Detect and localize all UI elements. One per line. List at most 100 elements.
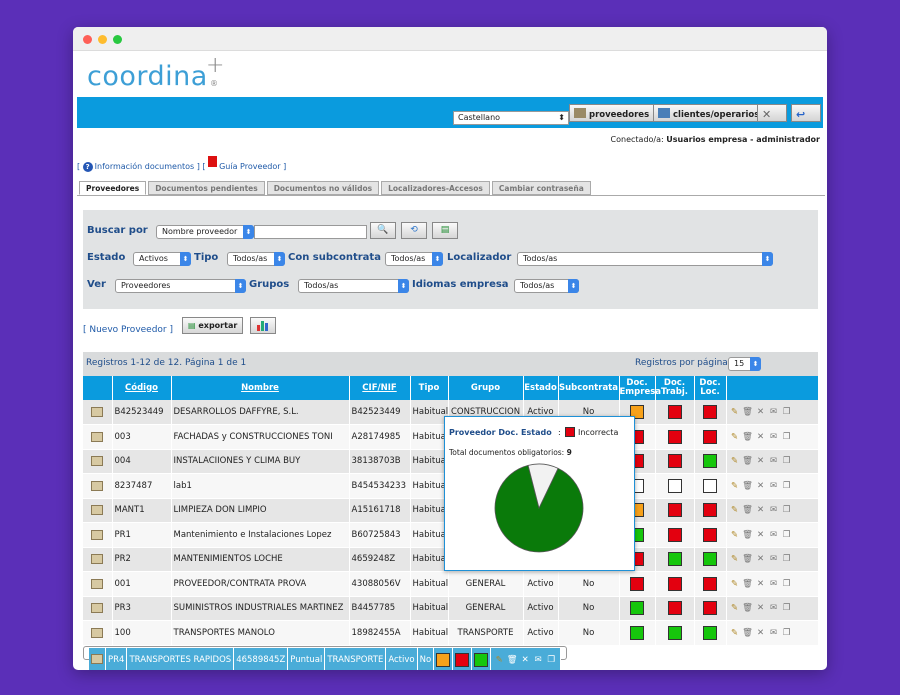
delete-icon[interactable]: 🗑 xyxy=(506,655,519,665)
copy-icon[interactable]: ❐ xyxy=(781,407,794,417)
doc-empresa-status[interactable] xyxy=(436,652,451,667)
edit-icon[interactable]: ✎ xyxy=(493,655,506,665)
doc-trabj-cell[interactable] xyxy=(655,449,695,474)
reset-button[interactable]: ⟲ xyxy=(401,222,427,239)
row-folder-cell[interactable] xyxy=(83,547,113,572)
guia-proveedor-link[interactable]: Guía Proveedor xyxy=(219,162,280,171)
edit-icon[interactable]: ✎ xyxy=(729,579,742,589)
email-icon[interactable]: ✉ xyxy=(532,655,545,665)
doc-loc-cell[interactable] xyxy=(694,547,727,572)
excel-button[interactable]: ▤ xyxy=(432,222,458,239)
proveedores-button[interactable]: proveedores xyxy=(569,104,655,122)
nombre-cell[interactable]: SUMINISTROS INDUSTRIALES MARTINEZ xyxy=(171,596,350,621)
tools-icon[interactable]: ✕ xyxy=(755,407,768,417)
tools-icon[interactable]: ✕ xyxy=(519,655,532,665)
doc-loc-status[interactable] xyxy=(474,652,489,667)
row-folder-cell[interactable] xyxy=(89,647,106,670)
doc-trabj-cell[interactable] xyxy=(452,647,473,670)
copy-icon[interactable]: ❐ xyxy=(781,554,794,564)
delete-icon[interactable]: 🗑 xyxy=(742,505,755,515)
doc-loc-cell[interactable] xyxy=(694,498,727,523)
edit-icon[interactable]: ✎ xyxy=(729,603,742,613)
doc-loc-cell[interactable] xyxy=(694,473,727,499)
nombre-cell[interactable]: LIMPIEZA DON LIMPIO xyxy=(171,498,350,523)
edit-icon[interactable]: ✎ xyxy=(729,505,742,515)
nombre-cell[interactable]: Mantenimiento e Instalaciones Lopez xyxy=(171,522,350,548)
doc-trabj-cell[interactable] xyxy=(655,522,695,548)
nombre-cell[interactable]: DESARROLLOS DAFFYRE, S.L. xyxy=(171,400,350,425)
doc-loc-status[interactable] xyxy=(703,405,717,419)
email-icon[interactable]: ✉ xyxy=(768,579,781,589)
export-button[interactable]: ▤ exportar xyxy=(182,317,244,334)
tools-icon[interactable]: ✕ xyxy=(755,530,768,540)
edit-icon[interactable]: ✎ xyxy=(729,628,742,638)
doc-loc-status[interactable] xyxy=(703,527,717,542)
doc-trabj-status[interactable] xyxy=(667,527,682,542)
doc-trabj-cell[interactable] xyxy=(655,571,695,597)
doc-trabj-status[interactable] xyxy=(667,576,682,591)
delete-icon[interactable]: 🗑 xyxy=(742,432,755,442)
delete-icon[interactable]: 🗑 xyxy=(742,407,755,417)
tab-documentos-no-validos[interactable]: Documentos no válidos xyxy=(266,181,380,195)
doc-loc-status[interactable] xyxy=(703,429,717,444)
nombre-cell[interactable]: INSTALACIIONES Y CLIMA BUY xyxy=(171,449,350,474)
folder-icon[interactable] xyxy=(91,529,104,540)
estado-select[interactable]: Activos ⬍ xyxy=(133,252,191,266)
doc-loc-cell[interactable] xyxy=(694,449,727,474)
edit-icon[interactable]: ✎ xyxy=(729,530,742,540)
tipo-select[interactable]: Todos/as ⬍ xyxy=(227,252,285,266)
row-folder-cell[interactable] xyxy=(83,596,113,621)
tools-icon[interactable]: ✕ xyxy=(755,432,768,442)
doc-empresa-status[interactable] xyxy=(630,576,644,591)
copy-icon[interactable]: ❐ xyxy=(781,603,794,613)
doc-loc-cell[interactable] xyxy=(694,571,727,597)
folder-icon[interactable] xyxy=(91,456,104,466)
edit-icon[interactable]: ✎ xyxy=(729,407,742,417)
doc-empresa-cell[interactable] xyxy=(619,571,656,597)
email-icon[interactable]: ✉ xyxy=(768,628,781,638)
doc-trabj-status[interactable] xyxy=(667,625,682,640)
folder-icon[interactable] xyxy=(91,627,104,638)
tab-localizadores-accesos[interactable]: Localizadores-Accesos xyxy=(381,181,490,195)
delete-icon[interactable]: 🗑 xyxy=(742,530,755,540)
delete-icon[interactable]: 🗑 xyxy=(742,579,755,589)
tab-proveedores[interactable]: Proveedores xyxy=(79,181,147,195)
row-folder-cell[interactable] xyxy=(83,400,113,425)
folder-icon[interactable] xyxy=(91,480,104,491)
edit-icon[interactable]: ✎ xyxy=(729,554,742,564)
doc-loc-cell[interactable] xyxy=(694,424,727,450)
email-icon[interactable]: ✉ xyxy=(768,505,781,515)
info-documentos-link[interactable]: Información documentos xyxy=(95,162,195,171)
delete-icon[interactable]: 🗑 xyxy=(742,628,755,638)
idiomas-select[interactable]: Todos/as ⬍ xyxy=(514,279,579,293)
row-folder-cell[interactable] xyxy=(83,571,113,597)
email-icon[interactable]: ✉ xyxy=(768,456,781,466)
doc-loc-cell[interactable] xyxy=(694,522,727,548)
tools-icon[interactable]: ✕ xyxy=(755,603,768,613)
nombre-cell[interactable]: TRANSPORTES MANOLO xyxy=(171,620,350,646)
copy-icon[interactable]: ❐ xyxy=(781,456,794,466)
doc-trabj-status[interactable] xyxy=(667,429,682,444)
nombre-cell[interactable]: FACHADAS y CONSTRUCCIONES TONI xyxy=(171,424,350,450)
copy-icon[interactable]: ❐ xyxy=(781,481,794,491)
doc-trabj-cell[interactable] xyxy=(655,400,695,425)
doc-trabj-cell[interactable] xyxy=(655,498,695,523)
doc-trabj-cell[interactable] xyxy=(655,596,695,621)
doc-trabj-cell[interactable] xyxy=(655,424,695,450)
search-button[interactable]: 🔍 xyxy=(370,222,396,239)
email-icon[interactable]: ✉ xyxy=(768,481,781,491)
row-folder-cell[interactable] xyxy=(83,424,113,450)
table-row[interactable]: PR3 SUMINISTROS INDUSTRIALES MARTINEZ B445… xyxy=(83,596,819,621)
col-header-cif[interactable]: CIF/NIF xyxy=(349,376,411,400)
doc-trabj-status[interactable] xyxy=(667,454,682,469)
doc-loc-cell[interactable] xyxy=(471,647,492,670)
nombre-cell[interactable]: lab1 xyxy=(171,473,350,499)
tab-cambiar-contrasena[interactable]: Cambiar contraseña xyxy=(491,181,591,195)
folder-icon[interactable] xyxy=(91,554,104,564)
doc-empresa-cell[interactable] xyxy=(619,596,656,621)
language-select[interactable]: Castellano ⬍ xyxy=(453,111,569,125)
grupos-select[interactable]: Todos/as ⬍ xyxy=(298,279,409,293)
email-icon[interactable]: ✉ xyxy=(768,530,781,540)
doc-trabj-status[interactable] xyxy=(667,503,682,518)
doc-trabj-status[interactable] xyxy=(667,601,682,616)
